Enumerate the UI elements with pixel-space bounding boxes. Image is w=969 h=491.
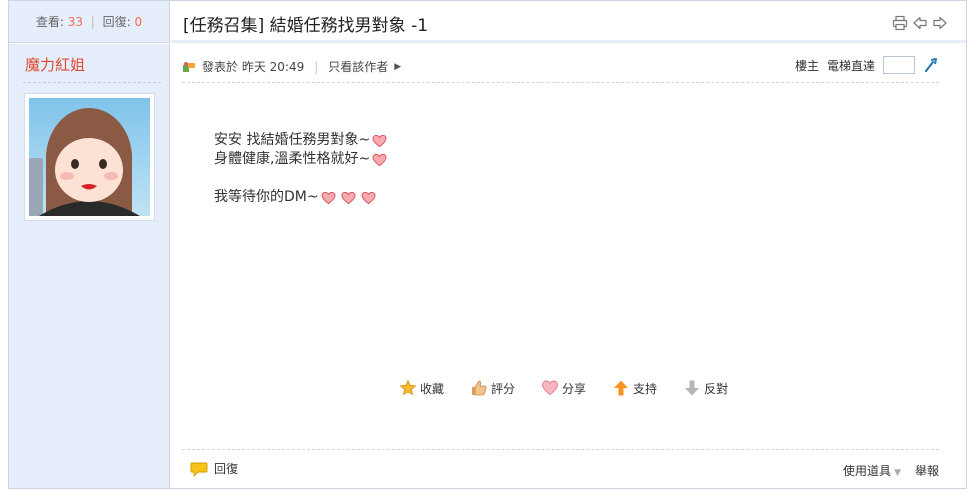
thread-tools	[892, 15, 948, 31]
message-line: 身體健康,溫柔性格就好~	[214, 150, 387, 169]
post-container: 查看: 33 | 回復: 0 [任務召集] 結婚任務找男對象 -1 魔力紅姐 發…	[8, 0, 967, 489]
print-icon[interactable]	[892, 15, 908, 31]
views-label: 查看:	[35, 15, 64, 29]
thumbs-up-icon	[472, 380, 487, 396]
use-tools-label: 使用道具	[843, 464, 892, 478]
avatar-frame[interactable]	[24, 93, 155, 221]
support-label: 支持	[633, 381, 658, 396]
prev-thread-icon[interactable]	[912, 15, 928, 31]
next-thread-icon[interactable]	[932, 15, 948, 31]
heart-icon	[361, 191, 376, 204]
heart-icon	[372, 153, 387, 166]
post-footer: 回復 使用道具 ▼ 舉報	[182, 449, 939, 487]
rate-button[interactable]: 評分	[470, 379, 515, 397]
post-meta-right: 樓主 電梯直達	[795, 56, 939, 74]
message-line: 我等待你的DM~	[214, 188, 387, 207]
oppose-button[interactable]: 反對	[683, 379, 728, 397]
replies-count: 0	[134, 15, 143, 29]
reply-label: 回復	[214, 462, 239, 476]
message-text-2: 身體健康,溫柔性格就好~	[214, 151, 371, 167]
footer-tools: 使用道具 ▼ 舉報	[843, 462, 939, 479]
message-text-1: 安安 找結婚任務男對象~	[214, 132, 371, 148]
message-text-3: 我等待你的DM~	[214, 189, 319, 205]
caret-down-icon: ▼	[894, 468, 901, 478]
rate-label: 評分	[491, 381, 516, 396]
arrow-up-icon	[614, 380, 629, 396]
avatar	[29, 98, 150, 216]
reply-button[interactable]: 回復	[190, 460, 238, 477]
reply-bubble-icon	[190, 462, 208, 477]
star-icon	[399, 379, 417, 396]
floor-label: 樓主	[794, 58, 819, 73]
arrow-down-icon	[685, 380, 700, 396]
only-author-link[interactable]: 只看該作者	[328, 58, 388, 75]
jump-label: 電梯直達	[826, 58, 875, 73]
meta-divider: |	[314, 59, 319, 74]
favorite-button[interactable]: 收藏	[399, 379, 444, 397]
oppose-label: 反對	[704, 381, 729, 396]
thread-stats: 查看: 33 | 回復: 0	[9, 1, 170, 43]
only-author-arrow-icon: ▶	[394, 61, 402, 72]
share-button[interactable]: 分享	[541, 379, 586, 397]
thread-title: [任務召集] 結婚任務找男對象 -1	[183, 16, 429, 36]
favorite-label: 收藏	[420, 381, 445, 396]
post-message: 安安 找結婚任務男對象~ 身體健康,溫柔性格就好~ 我等待你的DM~	[214, 131, 387, 207]
heart-icon	[321, 191, 336, 204]
heart-icon	[341, 191, 356, 204]
share-label: 分享	[562, 381, 587, 396]
author-divider	[23, 82, 161, 83]
post-meta-bar: 發表於 昨天 20:49 | 只看該作者 ▶ 樓主 電梯直達	[182, 56, 939, 83]
replies-label: 回復:	[102, 15, 131, 29]
floor-jump-input[interactable]	[883, 56, 915, 74]
post-actions: 收藏 評分 分享 支持 反對	[399, 379, 728, 397]
post-meta-left: 發表於 昨天 20:49 | 只看該作者 ▶	[182, 58, 401, 75]
share-heart-icon	[542, 380, 558, 396]
author-name-link[interactable]: 魔力紅姐	[25, 54, 85, 75]
jump-go-icon[interactable]	[923, 57, 939, 73]
message-line: 安安 找結婚任務男對象~	[214, 131, 387, 150]
author-online-icon	[183, 61, 195, 72]
stats-divider: |	[90, 15, 95, 29]
use-tools-menu[interactable]: 使用道具 ▼	[843, 462, 901, 479]
report-link[interactable]: 舉報	[915, 462, 939, 479]
post-time: 發表於 昨天 20:49	[202, 60, 305, 74]
thread-header: [任務召集] 結婚任務找男對象 -1	[171, 1, 966, 43]
views-count: 33	[67, 15, 83, 29]
support-button[interactable]: 支持	[612, 379, 657, 397]
heart-icon	[372, 134, 387, 147]
author-sidebar: 魔力紅姐	[9, 44, 170, 488]
